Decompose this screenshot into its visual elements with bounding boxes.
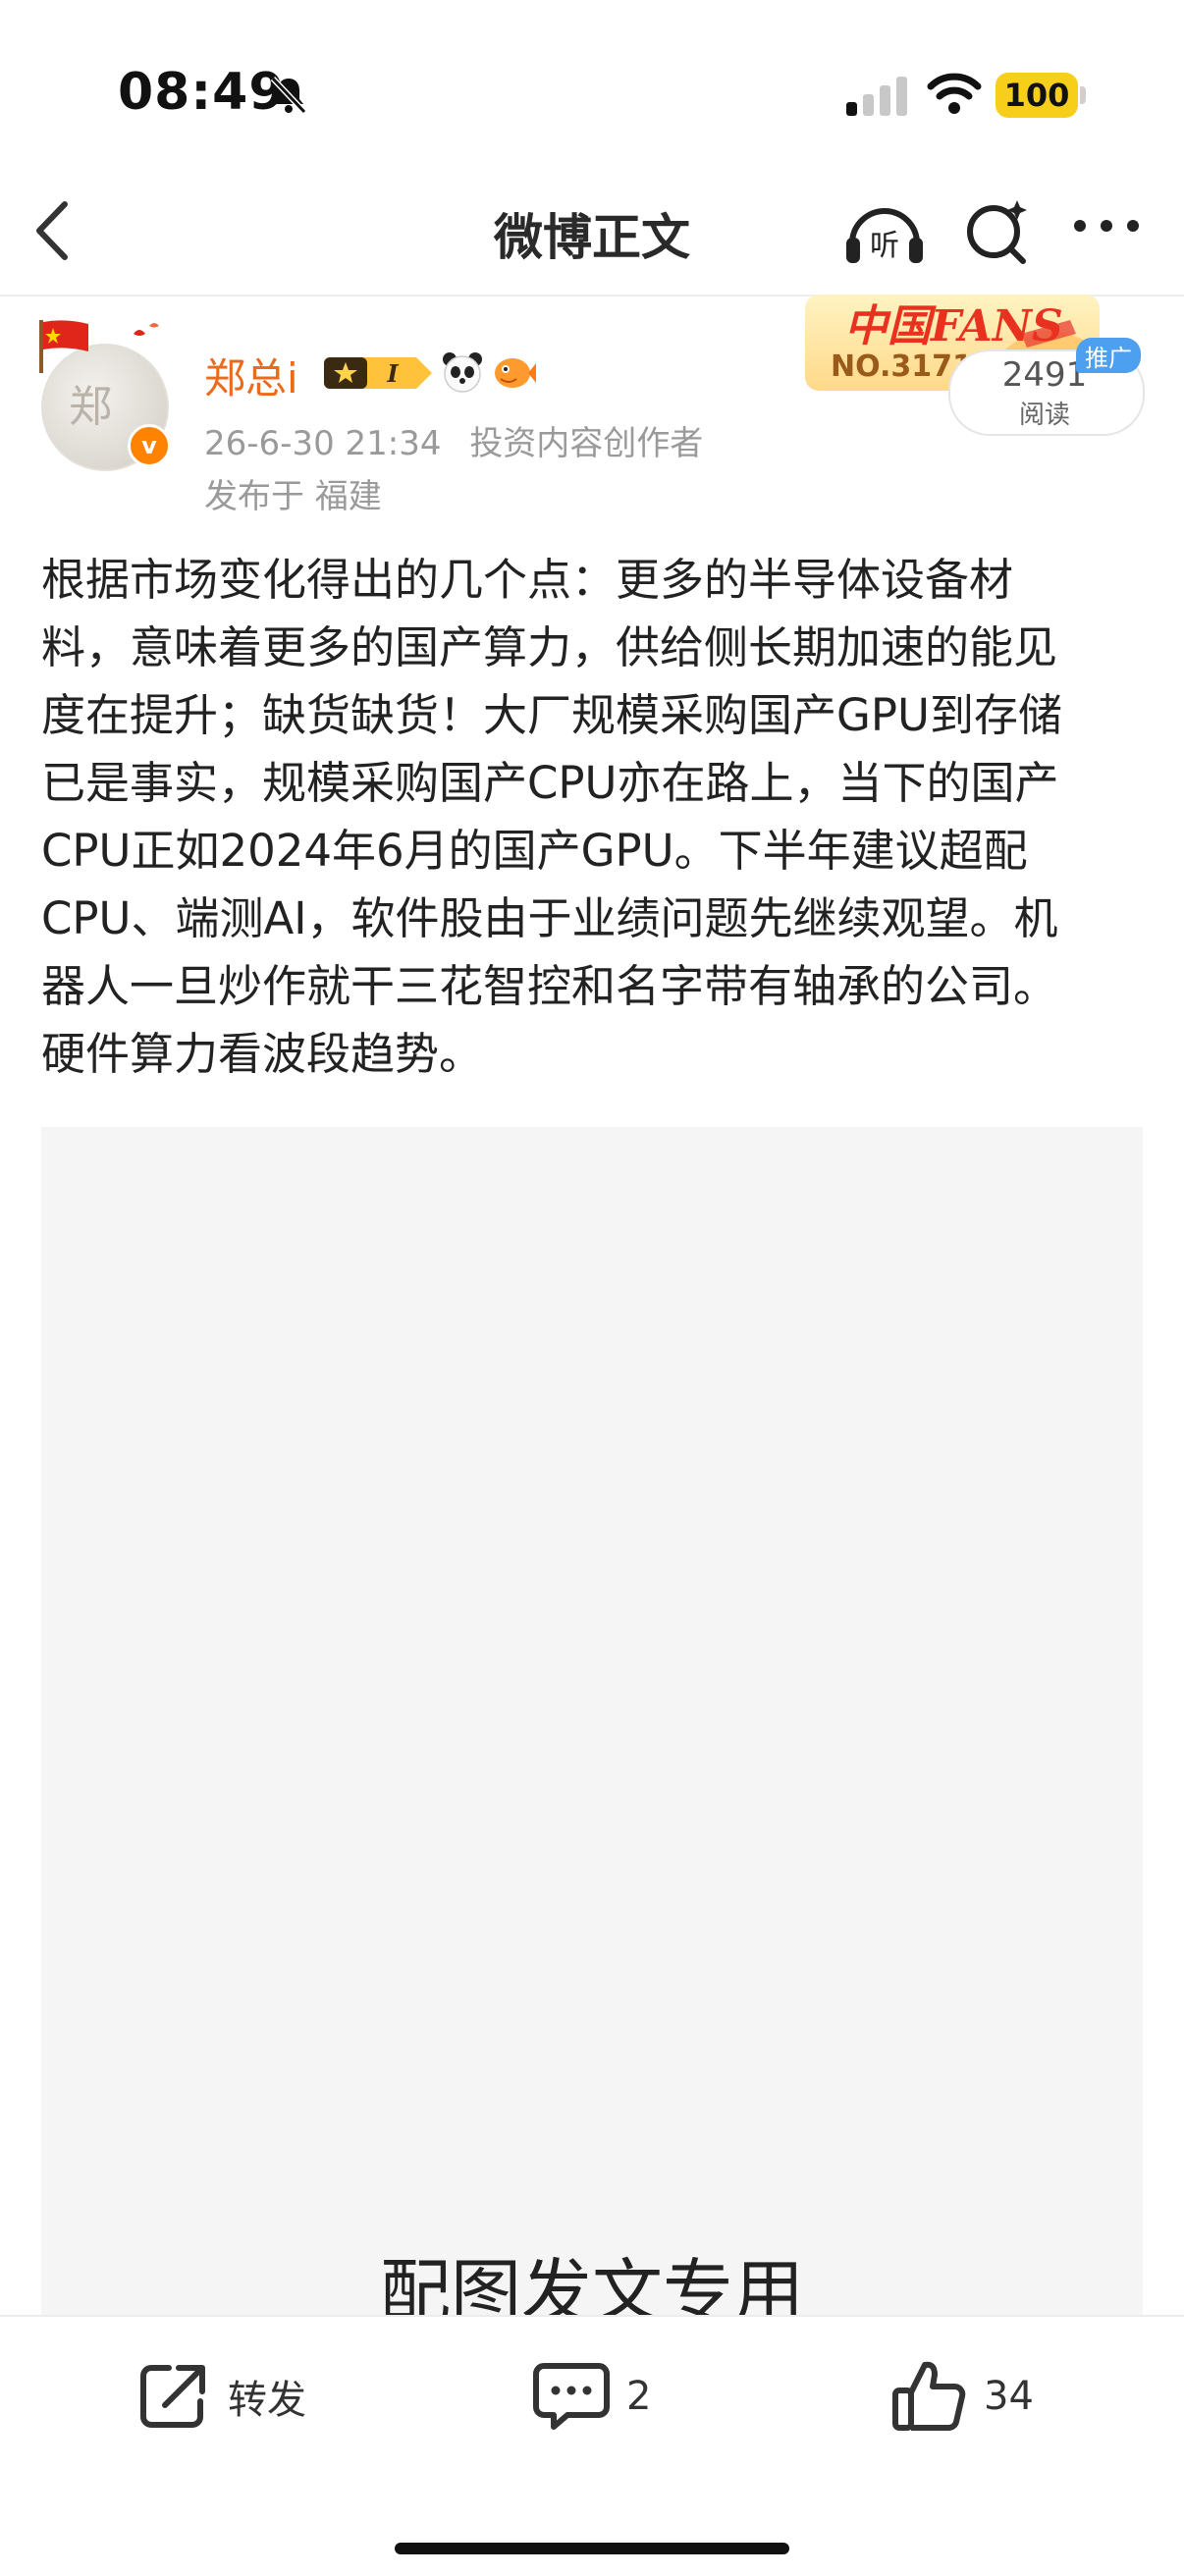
repost-label: 转发	[228, 2378, 306, 2423]
thumbs-up-icon	[892, 2361, 966, 2431]
verified-badge: v	[128, 424, 171, 467]
more-options-icon[interactable]	[1072, 216, 1141, 240]
wifi-icon	[927, 71, 982, 120]
read-count-label: 阅读	[1018, 401, 1070, 430]
battery-indicator: 100	[996, 73, 1078, 118]
comment-count: 2	[626, 2374, 652, 2419]
post-timestamp: 26-6-30 21:34	[204, 424, 442, 463]
post-line: 料，意味着更多的国产算力，供给侧长期加速的能见	[41, 621, 1058, 673]
post-body: 根据市场变化得出的几个点：更多的半导体设备材 料，意味着更多的国产算力，供给侧长…	[41, 546, 1149, 1088]
post-line: 度在提升；缺货缺货！大厂规模采购国产GPU到存储	[41, 689, 1062, 741]
home-indicator	[395, 2543, 789, 2554]
battery-tip	[1080, 86, 1086, 104]
comment-icon	[533, 2363, 610, 2430]
post-line: 已是事实，规模采购国产CPU亦在路上，当下的国产	[41, 757, 1059, 809]
share-icon	[140, 2365, 205, 2428]
like-button[interactable]: 34	[889, 2352, 1034, 2441]
comment-button[interactable]: 2	[532, 2352, 651, 2441]
author-name[interactable]: 郑总i	[204, 346, 298, 405]
listen-button[interactable]: 听	[842, 194, 927, 277]
post-line: CPU正如2024年6月的国产GPU。下半年建议超配	[41, 825, 1028, 877]
fish-badge-icon	[491, 349, 536, 395]
listen-icon-label: 听	[870, 229, 899, 263]
vip-level: I	[386, 359, 399, 388]
post-line: CPU、端测AI，软件股由于业绩问题先继续观望。机	[41, 892, 1058, 944]
vip-badge[interactable]: I	[322, 353, 436, 397]
post-meta: 26-6-30 21:34 投资内容创作者	[204, 416, 703, 464]
cellular-signal-icon	[846, 77, 909, 120]
author-role: 投资内容创作者	[469, 424, 704, 463]
post-line: 根据市场变化得出的几个点：更多的半导体设备材	[41, 554, 1014, 606]
panda-icon	[440, 349, 485, 395]
status-time: 08:49	[118, 63, 286, 122]
bell-muted-icon	[267, 73, 310, 120]
fans-card-title: 中国FANS	[844, 301, 1063, 351]
post-image[interactable]	[41, 1127, 1143, 2317]
china-flag-icon	[35, 316, 183, 379]
promo-tag: 推广	[1076, 338, 1141, 373]
post-location: 发布于 福建	[204, 477, 382, 516]
post-line: 器人一旦炒作就干三花智控和名字带有轴承的公司。	[41, 960, 1058, 1012]
search-icon[interactable]	[962, 194, 1033, 273]
like-count: 34	[984, 2374, 1034, 2419]
post-line: 硬件算力看波段趋势。	[41, 1028, 484, 1080]
repost-button[interactable]: 转发	[135, 2352, 306, 2441]
avatar-calligraphy-mark: 郑	[69, 382, 112, 432]
